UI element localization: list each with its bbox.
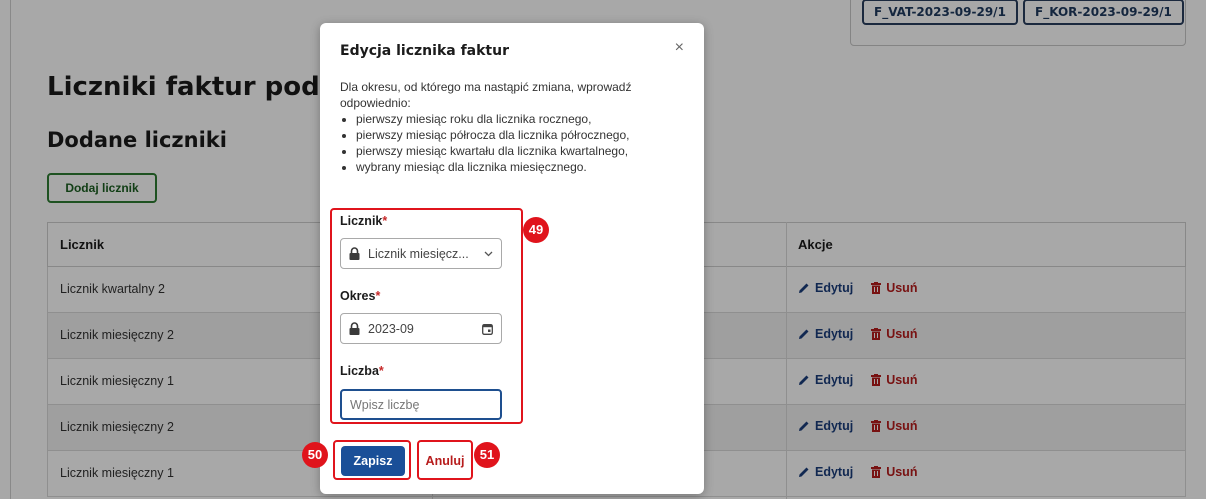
instruction-item: pierwszy miesiąc kwartału dla licznika k…: [356, 143, 690, 159]
annotation-frame-cancel: [417, 440, 473, 480]
instructions-intro: Dla okresu, od którego ma nastąpić zmian…: [340, 80, 632, 110]
annotation-frame-save: [333, 440, 411, 480]
close-icon[interactable]: ×: [675, 39, 684, 57]
annotation-badge: 49: [523, 217, 549, 243]
instruction-item: pierwszy miesiąc półrocza dla licznika p…: [356, 127, 690, 143]
annotation-badge: 50: [302, 442, 328, 468]
annotation-badge: 51: [474, 442, 500, 468]
annotation-frame-form: [330, 208, 523, 424]
dialog-instructions: Dla okresu, od którego ma nastąpić zmian…: [340, 79, 690, 175]
instructions-list: pierwszy miesiąc roku dla licznika roczn…: [340, 111, 690, 175]
instruction-item: wybrany miesiąc dla licznika miesięczneg…: [356, 159, 690, 175]
instruction-item: pierwszy miesiąc roku dla licznika roczn…: [356, 111, 690, 127]
dialog-title: Edycja licznika faktur: [340, 43, 509, 59]
